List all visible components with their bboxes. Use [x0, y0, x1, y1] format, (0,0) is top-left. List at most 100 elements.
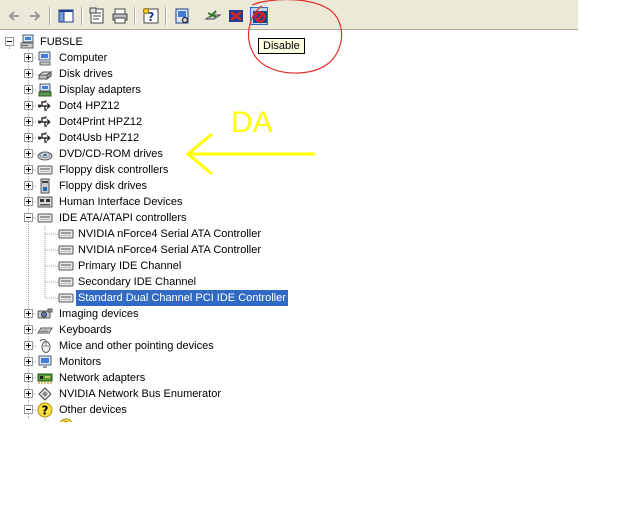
- monitor-icon: [38, 355, 52, 368]
- tree-node-label[interactable]: Display adapters: [57, 82, 143, 98]
- tree-node-label[interactable]: Other devices: [57, 402, 129, 418]
- disable-button[interactable]: [250, 7, 268, 25]
- controller-icon: [58, 261, 74, 271]
- tree-node-label[interactable]: IDE ATA/ATAPI controllers: [57, 210, 189, 226]
- toolbar-separator: [134, 7, 135, 25]
- expand-toggle[interactable]: [24, 357, 33, 366]
- tree-node-label[interactable]: Mice and other pointing devices: [57, 338, 216, 354]
- tree-node-label[interactable]: NVIDIA nForce4 Serial ATA Controller: [76, 242, 263, 258]
- tree-item[interactable]: DVD/CD-ROM drives: [0, 146, 578, 162]
- expand-toggle[interactable]: [24, 181, 33, 190]
- collapse-toggle[interactable]: [24, 405, 33, 414]
- tree-node-label[interactable]: Disk drives: [57, 66, 115, 82]
- collapse-toggle[interactable]: [5, 37, 14, 46]
- tree-node-label[interactable]: DVD/CD-ROM drives: [57, 146, 165, 162]
- uninstall-button[interactable]: [227, 7, 245, 25]
- controller-icon: [58, 277, 74, 287]
- tree-node-label[interactable]: Floppy disk controllers: [57, 162, 170, 178]
- tree-item[interactable]: Dot4Print HPZ12: [0, 114, 578, 130]
- tree-node-label[interactable]: Human Interface Devices: [57, 194, 185, 210]
- expand-toggle[interactable]: [24, 165, 33, 174]
- tree-item[interactable]: Network adapters: [0, 370, 578, 386]
- tree-node-label[interactable]: Dot4Usb HPZ12: [57, 130, 141, 146]
- hid-icon: [37, 196, 53, 208]
- expand-toggle[interactable]: [24, 341, 33, 350]
- usb-icon: [37, 132, 51, 143]
- tree-item[interactable]: Mice and other pointing devices: [0, 338, 578, 354]
- properties-button[interactable]: [88, 7, 106, 25]
- tree-node-label[interactable]: Dot4 HPZ12: [57, 98, 122, 114]
- tree-item[interactable]: Display adapters: [0, 82, 578, 98]
- expand-toggle[interactable]: [24, 53, 33, 62]
- tree-subitem[interactable]: Standard Dual Channel PCI IDE Controller: [0, 289, 578, 307]
- display-adapter-icon: [38, 83, 52, 97]
- controller-icon: [37, 165, 53, 175]
- forward-arrow-button: [26, 7, 44, 25]
- forward-arrow-icon: [30, 11, 41, 21]
- svg-text:?: ?: [63, 420, 70, 423]
- device-tree[interactable]: FUBSLE Computer Disk drives Display adapter…: [0, 30, 578, 422]
- tree-node-label[interactable]: Floppy disk drives: [57, 178, 149, 194]
- cd-rom-icon: [37, 151, 53, 161]
- tree-item[interactable]: Floppy disk drives: [0, 178, 578, 194]
- expand-toggle[interactable]: [24, 309, 33, 318]
- tree-node-label[interactable]: Network adapters: [57, 370, 147, 386]
- tree-item[interactable]: NVIDIA Network Bus Enumerator: [0, 386, 578, 402]
- expand-toggle[interactable]: [24, 389, 33, 398]
- tree-node-label[interactable]: Dot4Print HPZ12: [57, 114, 144, 130]
- tree-item[interactable]: Monitors: [0, 354, 578, 370]
- tree-subitem[interactable]: NVIDIA nForce4 Serial ATA Controller: [0, 242, 578, 258]
- tree-item[interactable]: Human Interface Devices: [0, 194, 578, 210]
- tree-node-label[interactable]: Secondary IDE Channel: [76, 274, 198, 290]
- tree-item[interactable]: Keyboards: [0, 322, 578, 338]
- tree-node-label[interactable]: Monitors: [57, 354, 103, 370]
- print-button[interactable]: [111, 7, 129, 25]
- tree-item[interactable]: ? Other devices: [0, 402, 578, 418]
- expand-toggle[interactable]: [24, 149, 33, 158]
- update-driver-button[interactable]: [204, 7, 222, 25]
- expand-toggle[interactable]: [24, 117, 33, 126]
- tree-node-label[interactable]: Keyboards: [57, 322, 114, 338]
- expand-toggle[interactable]: [24, 101, 33, 110]
- tree-subitem[interactable]: Secondary IDE Channel: [0, 274, 578, 290]
- tree-node-label[interactable]: Standard Dual Channel PCI IDE Controller: [75, 289, 289, 307]
- tree-item[interactable]: Disk drives: [0, 66, 578, 82]
- help-button[interactable]: ?: [142, 7, 160, 25]
- camera-icon: [37, 308, 53, 319]
- expand-toggle[interactable]: [24, 133, 33, 142]
- tree-node-label[interactable]: Imaging devices: [57, 306, 141, 322]
- scan-hardware-changes-button[interactable]: [173, 7, 191, 25]
- tree-item[interactable]: Imaging devices: [0, 306, 578, 322]
- tree-subitem[interactable]: NVIDIA nForce4 Serial ATA Controller: [0, 226, 578, 242]
- disk-drive-icon: [37, 71, 53, 80]
- expand-toggle[interactable]: [24, 85, 33, 94]
- question-mark-icon: ?: [59, 418, 73, 423]
- back-arrow-icon: [8, 11, 19, 21]
- expand-toggle[interactable]: [24, 373, 33, 382]
- root-computer-icon: [20, 34, 34, 49]
- usb-icon: [37, 116, 51, 127]
- tree-node-label[interactable]: NVIDIA nForce4 Serial ATA Controller: [76, 226, 263, 242]
- expand-toggle[interactable]: [24, 325, 33, 334]
- collapse-toggle[interactable]: [24, 213, 33, 222]
- expand-toggle[interactable]: [24, 69, 33, 78]
- tree-node-label[interactable]: FUBSLE: [38, 34, 85, 50]
- tree-subitem[interactable]: Primary IDE Channel: [0, 258, 578, 274]
- tree-item[interactable]: Dot4 HPZ12: [0, 98, 578, 114]
- show-hide-console-tree-button[interactable]: [57, 7, 75, 25]
- svg-text:?: ?: [42, 404, 49, 418]
- tree-item[interactable]: Dot4Usb HPZ12: [0, 130, 578, 146]
- expand-toggle[interactable]: [24, 197, 33, 206]
- network-adapter-icon: [37, 373, 53, 384]
- usb-icon: [37, 100, 51, 111]
- tree-node-label[interactable]: Primary IDE Channel: [76, 258, 183, 274]
- back-arrow-button: [5, 7, 23, 25]
- mouse-icon: [39, 339, 51, 353]
- question-mark-icon: ?: [37, 402, 53, 418]
- computer-icon: [38, 51, 51, 66]
- tree-item[interactable]: Floppy disk controllers: [0, 162, 578, 178]
- tree-item[interactable]: IDE ATA/ATAPI controllers: [0, 210, 578, 226]
- tree-node-label[interactable]: NVIDIA Network Bus Enumerator: [57, 386, 223, 402]
- scan-hardware-changes-icon: [175, 8, 189, 24]
- tree-node-label[interactable]: Computer: [57, 50, 109, 66]
